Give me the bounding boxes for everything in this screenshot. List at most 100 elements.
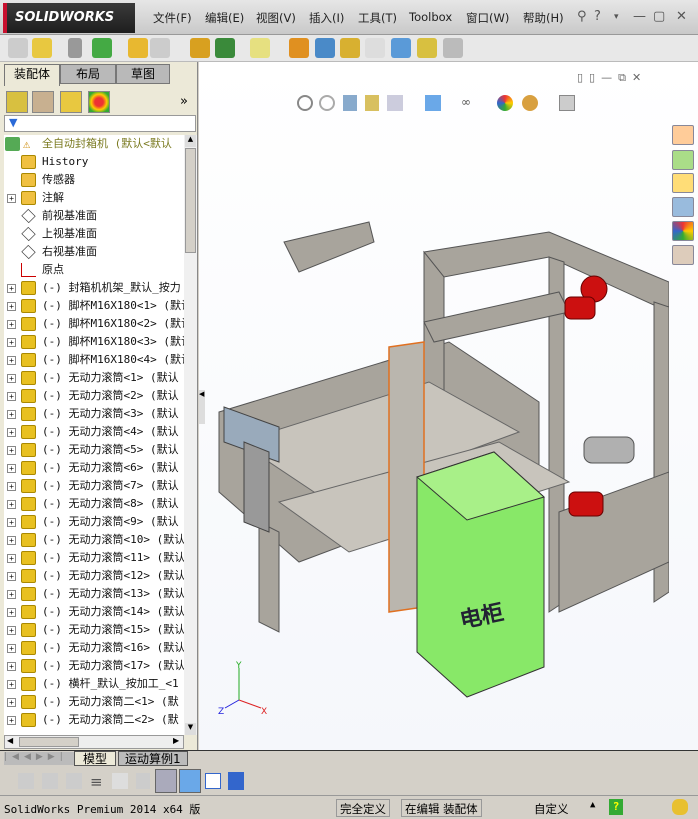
tree-item-part[interactable]: + (-) 无动力滚筒<2> (默认 [4,387,184,405]
table-icon[interactable] [205,773,221,789]
bill-of-materials-icon[interactable] [315,38,335,58]
3d-view-icon[interactable] [179,769,201,793]
scroll-left-button[interactable]: ◀ [7,736,13,745]
tree-item-history[interactable]: History [4,153,184,171]
tree-root[interactable]: ⚠ 全自动封箱机 (默认<默认 [4,135,184,153]
tree-item-part[interactable]: + (-) 无动力滚筒<15> (默认 [4,621,184,639]
tree-item-part[interactable]: + (-) 横杆_默认_按加工_<1 [4,675,184,693]
tab-assembly[interactable]: 装配体 [4,64,60,86]
taskpane-file-explorer-icon[interactable] [672,173,694,193]
hscroll-thumb[interactable] [19,737,79,747]
tree-item-part[interactable]: + (-) 无动力滚筒二<2> (默 [4,711,184,729]
tag-icon[interactable] [672,799,688,815]
solidworks-logo[interactable]: SOLIDWORKS [3,3,135,33]
tab-sketch[interactable]: 草图 [116,64,170,84]
expand-icon[interactable]: + [7,572,16,581]
menu-tools[interactable]: 工具(T) [358,10,397,26]
configuration-manager-icon[interactable] [60,91,82,113]
filter-box[interactable]: ▼ [4,115,196,132]
insert-components-icon[interactable] [32,38,52,58]
expand-icon[interactable]: + [7,302,16,311]
minimize-button[interactable]: — [633,9,646,24]
expand-icon[interactable]: + [7,626,16,635]
tab-layout[interactable]: 布局 [60,64,116,84]
menu-help[interactable]: 帮助(H) [523,10,564,26]
graphics-area[interactable]: ▯▯—⧉✕ ∞ 电柜 Y X Z ◀ [199,62,698,750]
assembly-model[interactable]: 电柜 [199,142,669,742]
expand-icon[interactable]: + [7,194,16,203]
help-status-icon[interactable]: ? [609,799,623,815]
tree-horizontal-scrollbar[interactable]: ◀ ▶ [4,735,184,749]
menu-file[interactable]: 文件(F) [153,10,192,26]
expand-icon[interactable]: + [7,374,16,383]
expand-icon[interactable]: + [7,644,16,653]
menu-view[interactable]: 视图(V) [256,10,296,26]
expand-icon[interactable]: + [7,482,16,491]
expand-icon[interactable]: + [7,590,16,599]
tree-item-part[interactable]: + (-) 无动力滚筒二<1> (默 [4,693,184,711]
grid-icon[interactable] [112,773,128,789]
tree-item-annotation[interactable]: + 注解 [4,189,184,207]
expand-icon[interactable]: + [7,500,16,509]
hide-show-items-icon[interactable]: ∞ [461,95,479,109]
expand-icon[interactable]: + [7,338,16,347]
expand-icon[interactable]: + [7,662,16,671]
menu-edit[interactable]: 编辑(E) [205,10,244,26]
new-motion-study-icon[interactable] [289,38,309,58]
tree-item-part[interactable]: + (-) 无动力滚筒<3> (默认 [4,405,184,423]
instant3d-icon[interactable] [443,38,463,58]
pin-icon[interactable]: ⚲ [577,9,587,24]
tree-item-origin[interactable]: 原点 [4,261,184,279]
tree-item-part[interactable]: + (-) 无动力滚筒<11> (默认 [4,549,184,567]
expand-icon[interactable]: + [7,428,16,437]
units-selector[interactable]: 自定义 [534,801,569,817]
tree-item-part[interactable]: + (-) 无动力滚筒<4> (默认 [4,423,184,441]
swap-icon[interactable] [136,773,150,789]
tree-item-plane[interactable]: 前视基准面 [4,207,184,225]
tab-navigation-arrows[interactable]: |◀◀▶▶| [4,752,74,765]
tree-item-plane[interactable]: 上视基准面 [4,225,184,243]
clearance-verification-icon[interactable] [417,38,437,58]
expand-icon[interactable]: + [7,716,16,725]
taskpane-home-icon[interactable] [672,125,694,145]
tree-item-part[interactable]: + (-) 脚杯M16X180<3> (默认 [4,333,184,351]
scroll-up-button[interactable]: ▲ [185,135,196,147]
viewport-window-controls[interactable]: ▯▯—⧉✕ [577,71,647,85]
taskpane-appearances-icon[interactable] [672,221,694,241]
expand-icon[interactable]: + [7,356,16,365]
panel-collapse-handle[interactable]: ◀ [199,390,205,424]
expand-icon[interactable]: + [7,518,16,527]
tree-item-part[interactable]: + (-) 无动力滚筒<1> (默认 [4,369,184,387]
reference-geometry-icon[interactable] [250,38,270,58]
scroll-thumb[interactable] [185,148,196,253]
tree-item-part[interactable]: + (-) 无动力滚筒<14> (默认 [4,603,184,621]
tree-item-plane[interactable]: 右视基准面 [4,243,184,261]
featuremanager-tree-icon[interactable] [6,91,28,113]
tree-item-sensor[interactable]: 传感器 [4,171,184,189]
taskpane-view-palette-icon[interactable] [672,197,694,217]
expand-icon[interactable]: + [7,698,16,707]
expand-icon[interactable]: + [7,680,16,689]
zoom-to-fit-icon[interactable] [297,95,313,111]
edit-component-icon[interactable] [8,38,28,58]
view-orientation-icon[interactable] [387,95,403,111]
view-settings-icon[interactable] [559,95,575,111]
tree-vertical-scrollbar[interactable]: ▲ ▼ [184,135,197,735]
tree-item-part[interactable]: + (-) 无动力滚筒<7> (默认 [4,477,184,495]
tree-item-part[interactable]: + (-) 无动力滚筒<9> (默认 [4,513,184,531]
apply-scene-icon[interactable] [522,95,538,111]
list-icon[interactable]: ≡ [90,773,103,791]
save-icon[interactable] [228,772,244,790]
tree-item-part[interactable]: + (-) 无动力滚筒<8> (默认 [4,495,184,513]
move-component-icon[interactable] [150,38,170,58]
exploded-view-icon[interactable] [340,38,360,58]
scroll-right-button[interactable]: ▶ [173,736,179,745]
explode-line-icon[interactable] [365,38,385,58]
expand-icon[interactable]: + [7,410,16,419]
tree-item-part[interactable]: + (-) 无动力滚筒<10> (默认 [4,531,184,549]
tree-item-part[interactable]: + (-) 脚杯M16X180<4> (默认 [4,351,184,369]
previous-view-icon[interactable] [343,95,357,111]
expand-icon[interactable]: + [7,464,16,473]
expand-icon[interactable]: + [7,446,16,455]
property-manager-icon[interactable] [32,91,54,113]
